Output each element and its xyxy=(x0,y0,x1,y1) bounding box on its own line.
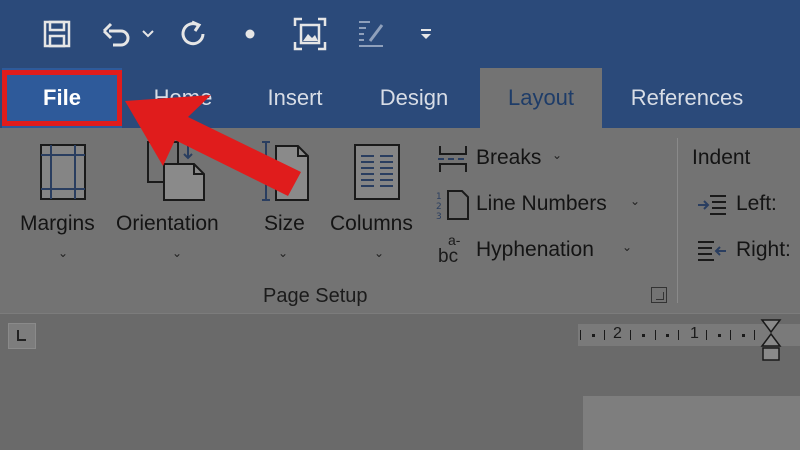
red-arrow-annotation xyxy=(125,95,301,196)
